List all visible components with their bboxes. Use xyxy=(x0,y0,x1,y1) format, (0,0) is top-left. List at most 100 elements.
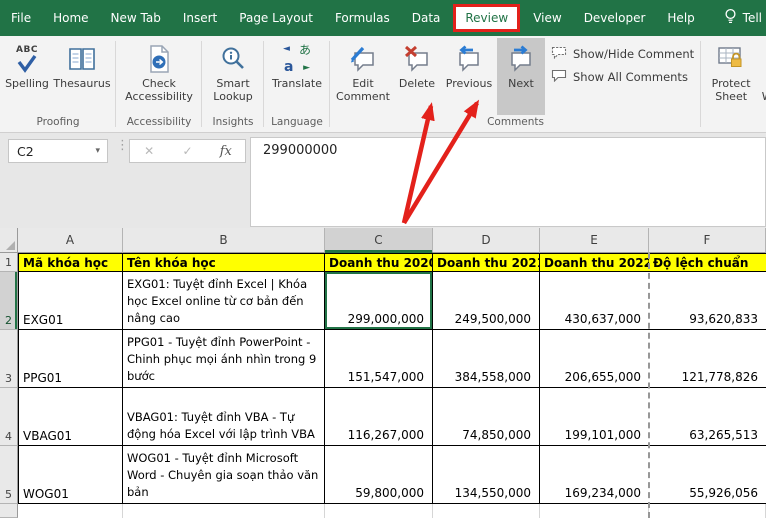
cell-revenue-2020[interactable]: 59,800,000 xyxy=(325,446,433,504)
cell-course-name[interactable]: EXG01: Tuyệt đỉnh Excel | Khóa học Excel… xyxy=(123,272,325,330)
row-number-1[interactable]: 1 xyxy=(0,253,18,272)
tab-page-layout[interactable]: Page Layout xyxy=(228,0,324,36)
active-cell-c2[interactable]: 299,000,000 xyxy=(325,272,433,330)
cell-std-dev[interactable]: 63,265,513 xyxy=(649,388,766,446)
name-box-dropdown-icon[interactable]: ▾ xyxy=(95,146,107,156)
name-box[interactable]: C2 ▾ xyxy=(8,139,108,163)
cell-course-name[interactable]: VBAG01: Tuyệt đỉnh VBA - Tự động hóa Exc… xyxy=(123,388,325,446)
show-hide-comment-button[interactable]: Show/Hide Comment xyxy=(551,46,694,62)
tab-review-active-highlighted[interactable]: Review xyxy=(453,4,521,32)
tab-formulas[interactable]: Formulas xyxy=(324,0,401,36)
column-header-a[interactable]: A xyxy=(18,228,123,253)
smart-lookup-button[interactable]: Smart Lookup xyxy=(205,38,261,115)
cell-revenue-2021[interactable]: 134,550,000 xyxy=(433,446,540,504)
cell-course-code[interactable]: WOG01 xyxy=(18,446,123,504)
previous-comment-icon xyxy=(455,41,483,77)
cell-revenue-2021[interactable]: 74,850,000 xyxy=(433,388,540,446)
header-cell-ma-khoa-hoc[interactable]: Mã khóa học xyxy=(18,253,123,272)
cell-revenue-2020[interactable]: 116,267,000 xyxy=(325,388,433,446)
header-cell-doanh-thu-2020[interactable]: Doanh thu 2020 xyxy=(325,253,433,272)
spelling-button[interactable]: ABC Spelling xyxy=(3,38,51,115)
group-label-proofing[interactable]: Proofing xyxy=(0,115,116,132)
header-cell-doanh-thu-2021[interactable]: Doanh thu 2021 xyxy=(433,253,540,272)
row-number[interactable]: 4 xyxy=(0,388,18,446)
row-number[interactable]: 3 xyxy=(0,330,18,388)
column-header-d[interactable]: D xyxy=(433,228,540,253)
row-number[interactable]: 5 xyxy=(0,446,18,504)
next-comment-icon xyxy=(507,41,535,77)
tab-developer[interactable]: Developer xyxy=(573,0,657,36)
header-cell-doanh-thu-2022[interactable]: Doanh thu 2022 xyxy=(540,253,649,272)
edit-comment-button[interactable]: Edit Comment xyxy=(333,38,393,115)
page-break-dashed-line xyxy=(648,253,650,518)
tab-home[interactable]: Home xyxy=(42,0,99,36)
column-header-f[interactable]: F xyxy=(649,228,766,253)
group-label-language[interactable]: Language xyxy=(264,115,330,132)
column-header-c-active[interactable]: C xyxy=(325,228,433,253)
tell-me-box[interactable]: Tell xyxy=(715,0,766,36)
cell-course-code[interactable]: VBAG01 xyxy=(18,388,123,446)
thesaurus-button[interactable]: Thesaurus xyxy=(51,38,113,115)
protect-workbook-button[interactable]: Protect Workbook xyxy=(758,38,766,115)
select-all-corner[interactable] xyxy=(0,228,18,253)
table-row: 2 EXG01 EXG01: Tuyệt đỉnh Excel | Khóa h… xyxy=(0,272,766,330)
row-number[interactable]: 2 xyxy=(0,272,18,330)
cancel-icon[interactable]: ✕ xyxy=(130,144,168,158)
spelling-icon: ABC xyxy=(15,41,39,77)
group-label-insights[interactable]: Insights xyxy=(202,115,264,132)
empty-cell[interactable] xyxy=(649,504,766,518)
cell-std-dev[interactable]: 121,778,826 xyxy=(649,330,766,388)
cell-revenue-2022[interactable]: 169,234,000 xyxy=(540,446,649,504)
protect-sheet-button[interactable]: Protect Sheet xyxy=(704,38,758,115)
cell-revenue-2020[interactable]: 151,547,000 xyxy=(325,330,433,388)
formula-bar-separator-dots: ⋮ xyxy=(116,138,129,153)
column-header-b[interactable]: B xyxy=(123,228,325,253)
cell-revenue-2021[interactable]: 249,500,000 xyxy=(433,272,540,330)
group-label-protect-clipped[interactable]: Pro xyxy=(701,115,766,132)
empty-cell[interactable] xyxy=(18,504,123,518)
cell-revenue-2022[interactable]: 430,637,000 xyxy=(540,272,649,330)
table-header-row: 1 Mã khóa học Tên khóa học Doanh thu 202… xyxy=(0,253,766,272)
tab-file[interactable]: File xyxy=(0,0,42,36)
protect-sheet-icon xyxy=(716,41,746,77)
column-header-e[interactable]: E xyxy=(540,228,649,253)
show-all-comments-icon xyxy=(551,69,567,85)
next-comment-button[interactable]: Next xyxy=(497,38,545,115)
tab-view[interactable]: View xyxy=(522,0,572,36)
cell-course-name[interactable]: PPG01 - Tuyệt đỉnh PowerPoint - Chinh ph… xyxy=(123,330,325,388)
delete-comment-button[interactable]: Delete xyxy=(393,38,441,115)
empty-cell[interactable] xyxy=(325,504,433,518)
empty-cell[interactable] xyxy=(540,504,649,518)
check-accessibility-button[interactable]: Check Accessibility xyxy=(119,38,199,115)
empty-cell[interactable] xyxy=(123,504,325,518)
tab-data[interactable]: Data xyxy=(401,0,452,36)
group-comments: Edit Comment Delete Previous Next Show/H… xyxy=(330,36,702,132)
group-label-comments[interactable]: Comments xyxy=(330,115,701,132)
show-all-comments-button[interactable]: Show All Comments xyxy=(551,69,694,85)
tab-new-tab[interactable]: New Tab xyxy=(100,0,172,36)
cell-course-name[interactable]: WOG01 - Tuyệt đỉnh Microsoft Word - Chuy… xyxy=(123,446,325,504)
thesaurus-book-icon xyxy=(67,41,97,77)
formula-buttons: ✕ ✓ fx xyxy=(129,139,246,163)
tab-insert[interactable]: Insert xyxy=(172,0,228,36)
cell-revenue-2021[interactable]: 384,558,000 xyxy=(433,330,540,388)
cell-course-code[interactable]: EXG01 xyxy=(18,272,123,330)
header-cell-ten-khoa-hoc[interactable]: Tên khóa học xyxy=(123,253,325,272)
tab-help[interactable]: Help xyxy=(656,0,705,36)
row-number-6-partial[interactable] xyxy=(0,504,18,518)
header-cell-do-lech-chuan[interactable]: Độ lệch chuẩn xyxy=(649,253,766,272)
cell-std-dev[interactable]: 93,620,833 xyxy=(649,272,766,330)
translate-button[interactable]: ◄ あ a ► Translate xyxy=(267,38,327,115)
empty-cell[interactable] xyxy=(433,504,540,518)
lightbulb-icon xyxy=(723,8,738,28)
formula-input[interactable]: 299000000 xyxy=(250,137,766,227)
cell-revenue-2022[interactable]: 199,101,000 xyxy=(540,388,649,446)
previous-comment-button[interactable]: Previous xyxy=(441,38,497,115)
cell-std-dev[interactable]: 55,926,056 xyxy=(649,446,766,504)
cell-course-code[interactable]: PPG01 xyxy=(18,330,123,388)
group-label-accessibility[interactable]: Accessibility xyxy=(116,115,202,132)
cell-revenue-2022[interactable]: 206,655,000 xyxy=(540,330,649,388)
group-protect: Protect Sheet Protect Workbook Pro xyxy=(701,36,766,132)
enter-icon[interactable]: ✓ xyxy=(168,144,206,158)
insert-function-icon[interactable]: fx xyxy=(207,144,245,159)
